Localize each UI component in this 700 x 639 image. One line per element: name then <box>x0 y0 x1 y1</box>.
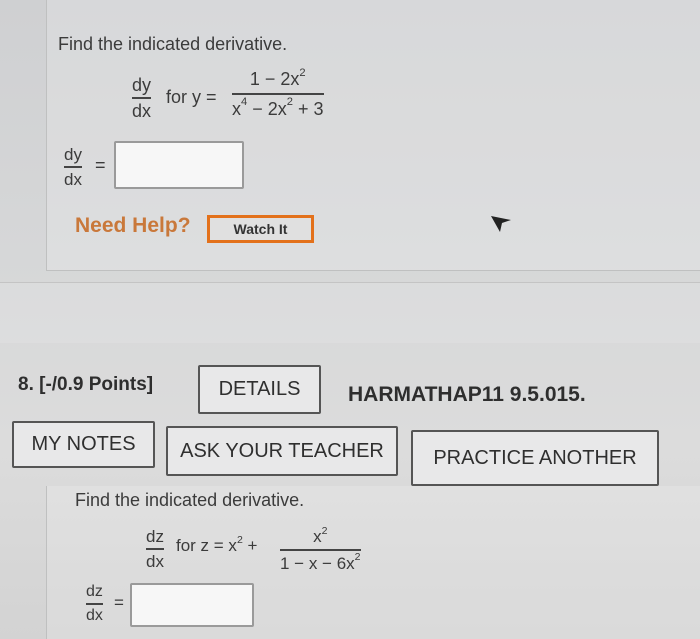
q7-answer-label: dy dx <box>64 146 82 188</box>
q8-answer-label-bar <box>86 603 103 605</box>
q7-derivative-notation: dy dx <box>132 75 152 121</box>
q8-prompt: Find the indicated derivative. <box>75 490 305 510</box>
q8-answer-label-num: dz <box>86 583 103 600</box>
q8-for-exp: 2 <box>236 533 243 546</box>
q8-expr-num: x2 <box>313 524 328 546</box>
q7-expr-bar <box>232 93 324 95</box>
need-help-label: Need Help? <box>75 214 191 237</box>
q7-expr-num: 1 − 2x2 <box>249 66 306 89</box>
q8-deriv-den: dx <box>146 551 164 571</box>
q7-expr-den-b-exp: 2 <box>286 96 293 109</box>
q8-deriv-num: dz <box>146 527 164 546</box>
q8-expr-num-exp: 2 <box>321 524 328 537</box>
q8-answer-label-den: dx <box>86 606 103 624</box>
q8-answer-label: dz dx <box>86 584 103 624</box>
my-notes-button[interactable]: MY NOTES <box>12 421 155 468</box>
q7-expr-num-exp: 2 <box>299 66 306 79</box>
q8-expr-den-base: 1 − x − 6x <box>280 553 355 573</box>
q7-prompt: Find the indicated derivative. <box>58 34 288 54</box>
practice-another-button[interactable]: PRACTICE ANOTHER <box>411 430 659 486</box>
q8-answer-input[interactable] <box>130 583 254 627</box>
q7-answer-label-bar <box>64 166 82 168</box>
mouse-cursor-icon <box>491 216 511 232</box>
question-8-header-band <box>0 282 700 343</box>
q7-expression-fraction: 1 − 2x2 x4 − 2x2 + 3 <box>232 66 324 119</box>
q7-expr-den-a-exp: 4 <box>241 96 248 109</box>
q7-answer-label-den: dx <box>64 169 82 189</box>
q7-for-text: for y = <box>166 87 217 107</box>
q8-title: 8. [-/0.9 Points] <box>18 374 154 395</box>
watch-it-button[interactable]: Watch It <box>207 215 314 243</box>
q7-expr-num-base: 1 − 2x <box>249 69 300 89</box>
q7-deriv-den: dx <box>132 100 152 121</box>
q8-expr-den: 1 − x − 6x2 <box>280 552 361 573</box>
q8-derivative-notation: dz dx <box>146 528 164 570</box>
q8-plus: + <box>242 536 258 555</box>
q8-code: HARMATHAP11 9.5.015. <box>348 383 586 406</box>
q8-expr-num-base: x <box>313 527 322 546</box>
q7-answer-input[interactable] <box>114 141 244 189</box>
q8-for-text-base: for z = x <box>176 536 237 555</box>
q7-expr-den-a: x <box>232 98 241 119</box>
q7-deriv-bar <box>132 97 152 99</box>
q7-equals: = <box>95 155 106 175</box>
q7-deriv-num: dy <box>132 75 152 95</box>
q8-for-text: for z = x2 + <box>176 533 258 556</box>
q8-equals: = <box>114 593 124 612</box>
q8-expr-bar <box>280 549 361 551</box>
q7-expr-den-b: − 2x <box>247 98 287 119</box>
details-button[interactable]: DETAILS <box>198 365 321 414</box>
q8-expression-fraction: x2 1 − x − 6x2 <box>280 524 361 573</box>
q8-deriv-bar <box>146 548 164 550</box>
q7-answer-label-num: dy <box>64 145 82 164</box>
q8-expr-den-exp: 2 <box>354 551 361 564</box>
q7-expr-den-c: + 3 <box>292 98 324 119</box>
ask-your-teacher-button[interactable]: ASK YOUR TEACHER <box>166 426 398 476</box>
q7-expr-den: x4 − 2x2 + 3 <box>232 97 324 119</box>
